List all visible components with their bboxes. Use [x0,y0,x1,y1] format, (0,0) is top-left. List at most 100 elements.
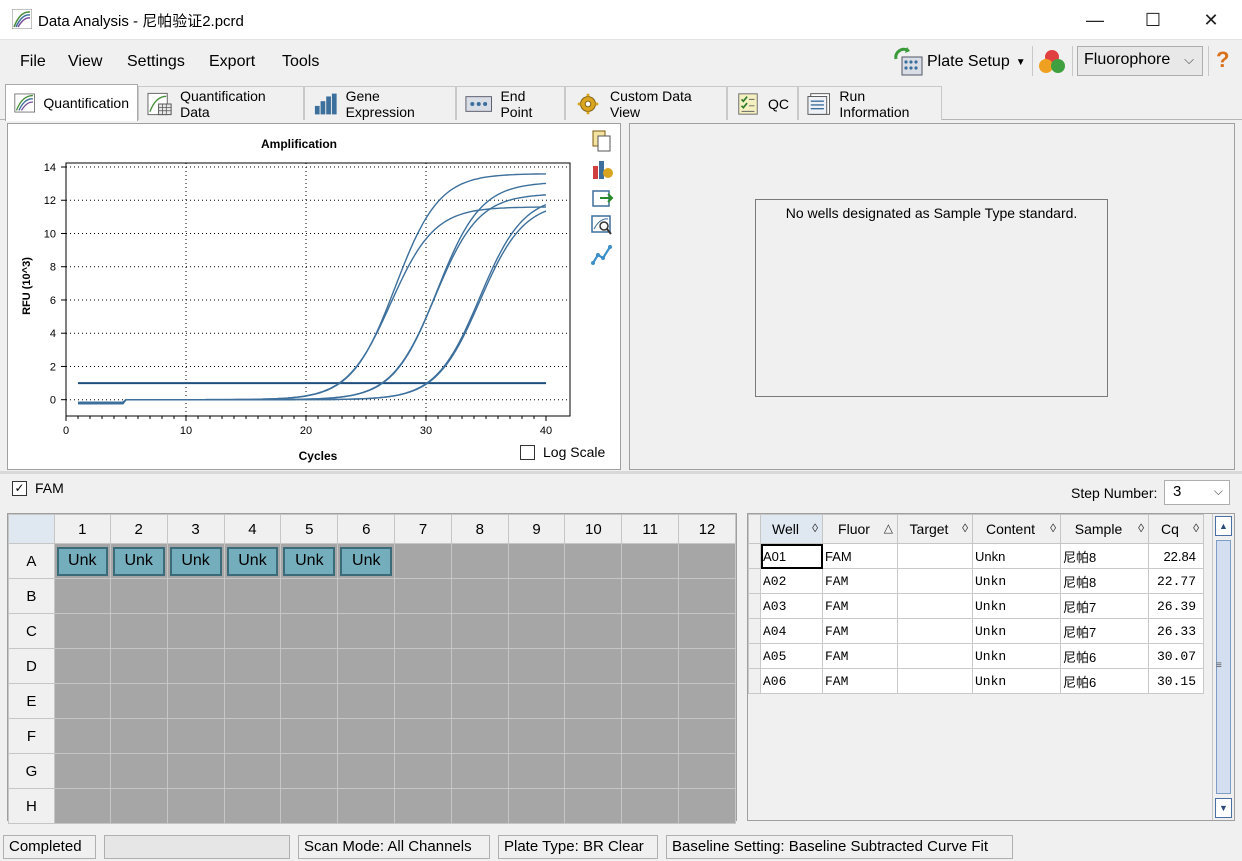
menu-view[interactable]: View [68,53,102,71]
cell-fluor[interactable]: FAM [822,568,898,594]
plate-row-header[interactable]: A [8,543,55,579]
row-selector[interactable] [748,543,761,569]
table-row[interactable]: A05 FAM Unkn 尼帕6 30.07 [748,643,1204,669]
plate-well[interactable] [678,613,736,649]
tab-custom-data-view[interactable]: Custom Data View [565,86,727,120]
plate-column-header[interactable]: 12 [678,514,736,544]
plate-well[interactable] [564,718,623,754]
plate-well[interactable] [394,578,452,614]
plate-well[interactable] [394,788,452,824]
plate-well[interactable] [507,753,566,789]
cell-fluor[interactable]: FAM [822,668,898,694]
cell-target[interactable] [897,618,973,644]
cell-sample[interactable]: 尼帕6 [1060,668,1149,694]
plate-well[interactable] [678,788,736,824]
plate-well[interactable] [621,543,680,579]
plate-row-header[interactable]: C [8,613,55,649]
cell-content[interactable]: Unkn [972,568,1061,594]
sort-icon[interactable]: ◊ [962,521,968,535]
cell-content[interactable]: Unkn [972,618,1061,644]
plate-column-header[interactable]: 4 [223,514,282,544]
tab-qc[interactable]: QC [727,86,798,120]
sort-icon[interactable]: ◊ [1050,521,1056,535]
plate-well[interactable] [280,578,339,614]
plate-well[interactable] [450,613,509,649]
plate-well[interactable] [280,788,339,824]
cell-fluor[interactable]: FAM [822,643,898,669]
plate-well[interactable] [109,753,168,789]
plate-well[interactable] [109,718,168,754]
plate-column-header[interactable]: 1 [53,514,111,544]
cell-well[interactable]: A01 [760,543,823,569]
plate-row-header[interactable]: H [8,788,55,824]
plate-well[interactable] [166,683,225,719]
plate-well[interactable] [564,613,623,649]
plate-setup-button[interactable]: Plate Setup ▼ [893,47,1026,77]
cell-content[interactable]: Unkn [972,668,1061,694]
plate-well[interactable] [564,578,623,614]
plate-well[interactable] [109,788,168,824]
row-selector[interactable] [748,643,761,669]
plate-well[interactable] [678,683,736,719]
cell-fluor[interactable]: FAM [822,618,898,644]
plate-corner[interactable] [8,514,55,544]
plate-well[interactable]: Unk [280,543,339,579]
maximize-button[interactable]: ☐ [1124,0,1182,40]
plate-well[interactable] [564,788,623,824]
cell-target[interactable] [897,643,973,669]
plate-well[interactable] [394,543,452,579]
table-row[interactable]: A04 FAM Unkn 尼帕7 26.33 [748,618,1204,644]
plate-well[interactable] [507,788,566,824]
row-selector[interactable] [748,568,761,594]
cell-target[interactable] [897,668,973,694]
plate-well[interactable] [109,578,168,614]
plate-well[interactable] [507,648,566,684]
tab-gene-expression[interactable]: Gene Expression [304,86,456,120]
plate-well[interactable] [166,613,225,649]
plate-well[interactable] [337,613,396,649]
sort-icon[interactable]: ◊ [812,521,818,535]
cell-well[interactable]: A02 [760,568,823,594]
plate-column-header[interactable]: 9 [507,514,566,544]
plate-well[interactable] [166,648,225,684]
chart-options-icon[interactable] [590,158,614,180]
menu-tools[interactable]: Tools [282,53,319,71]
row-selector[interactable] [748,668,761,694]
plate-well[interactable] [223,578,282,614]
plate-well[interactable] [450,543,509,579]
plate-well[interactable] [564,753,623,789]
plate-column-header[interactable]: 10 [564,514,623,544]
sort-icon[interactable]: ◊ [1193,521,1199,535]
plate-well[interactable] [109,648,168,684]
sort-icon[interactable]: △ [884,521,893,535]
plate-row-header[interactable]: E [8,683,55,719]
plate-well[interactable] [53,648,111,684]
plate-well[interactable] [166,788,225,824]
plate-well[interactable] [394,718,452,754]
row-selector[interactable] [748,593,761,619]
cell-sample[interactable]: 尼帕6 [1060,643,1149,669]
cell-sample[interactable]: 尼帕7 [1060,593,1149,619]
plate-well[interactable] [280,718,339,754]
plate-well[interactable] [450,788,509,824]
tab-end-point[interactable]: End Point [456,86,565,120]
plate-well[interactable] [280,648,339,684]
plate-well[interactable] [337,683,396,719]
menu-export[interactable]: Export [209,53,255,71]
curve-fit-icon[interactable] [590,244,614,266]
plate-column-header[interactable]: 3 [166,514,225,544]
plate-column-header[interactable]: 5 [280,514,339,544]
log-scale-toggle[interactable]: Log Scale [520,444,605,460]
plate-well[interactable] [678,753,736,789]
plate-well[interactable] [53,718,111,754]
cell-content[interactable]: Unkn [972,543,1061,569]
plate-well[interactable] [678,648,736,684]
plate-well[interactable] [621,753,680,789]
plate-well[interactable] [678,718,736,754]
plate-well[interactable] [53,613,111,649]
fluorophore-select[interactable]: Fluorophore ⌵ [1077,46,1203,76]
sort-icon[interactable]: ◊ [1138,521,1144,535]
vertical-scrollbar[interactable]: ▲ ≡ ▼ [1212,514,1234,820]
plate-well[interactable] [621,648,680,684]
menu-settings[interactable]: Settings [127,53,185,71]
